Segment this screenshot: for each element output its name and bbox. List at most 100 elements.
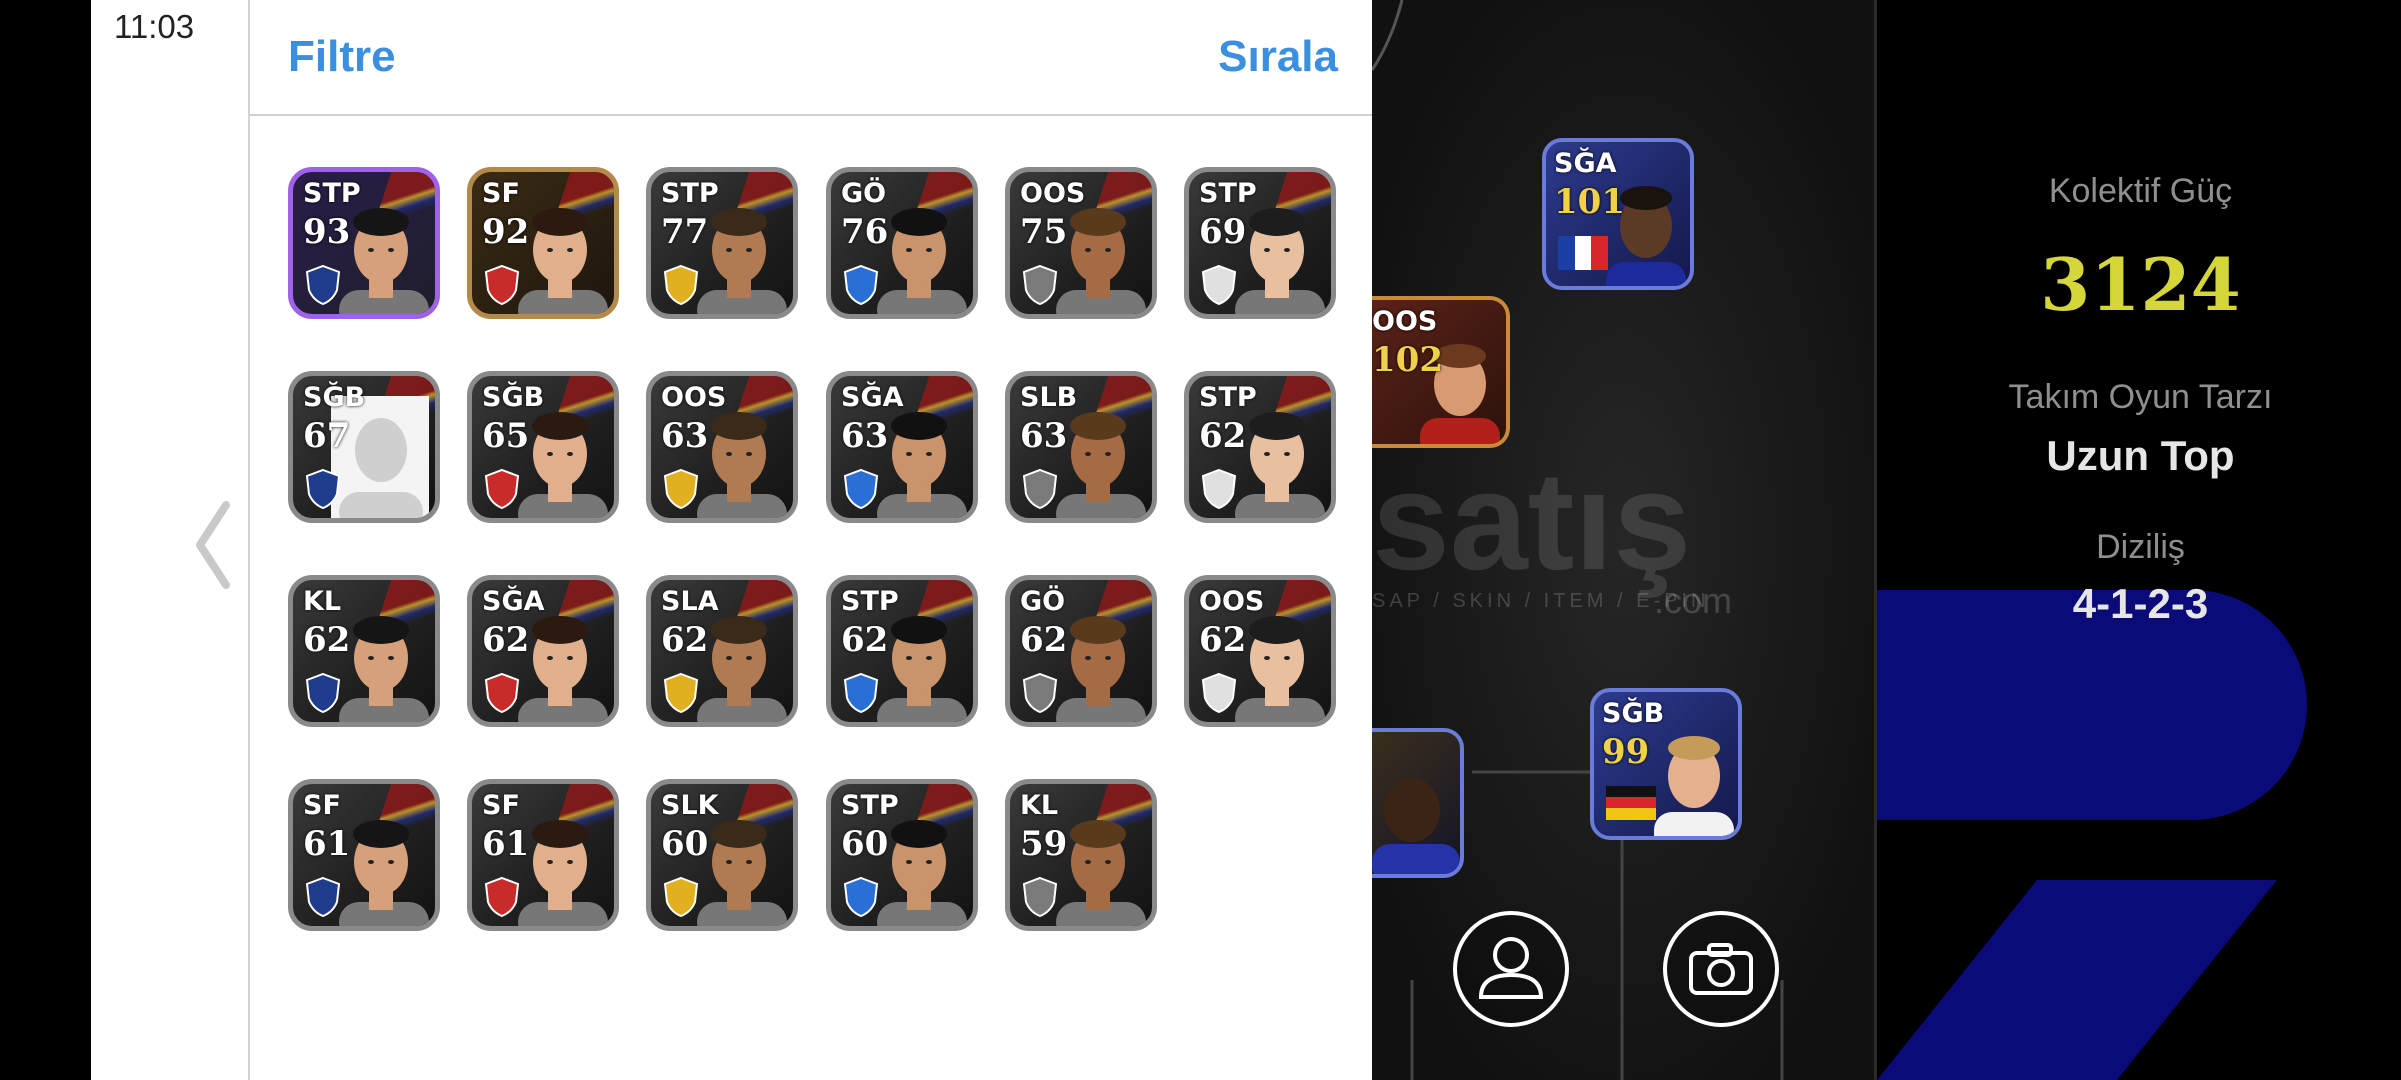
player-card[interactable]: SĞB 67 <box>288 371 440 523</box>
player-rating: 76 <box>841 212 889 252</box>
club-crest-icon <box>484 876 520 918</box>
chevron-left-icon[interactable] <box>188 495 238 595</box>
pitch-player-card[interactable]: SĞA 101 <box>1542 138 1694 290</box>
player-card[interactable]: SLB 63 <box>1005 371 1157 523</box>
formation-label: Diziliş <box>2096 528 2185 566</box>
club-crest-icon <box>1022 468 1058 510</box>
player-card[interactable]: STP 62 <box>826 575 978 727</box>
player-position: SF <box>482 790 520 821</box>
player-rating: 63 <box>661 416 709 456</box>
player-face-icon <box>1372 778 1460 874</box>
pitch-player-card[interactable]: SĞB 99 <box>1590 688 1742 840</box>
club-crest-icon <box>305 264 341 306</box>
player-position: OOS <box>661 382 727 413</box>
player-position: SĞA <box>841 382 904 413</box>
player-rating: 63 <box>1020 416 1068 456</box>
player-position: OOS <box>1199 586 1265 617</box>
player-rating: 62 <box>303 620 351 660</box>
player-card[interactable]: SĞB 65 <box>467 371 619 523</box>
player-rating: 63 <box>841 416 889 456</box>
player-position: SF <box>482 178 520 209</box>
player-rating: 93 <box>303 212 351 252</box>
watermark-word: satış <box>1372 442 1692 599</box>
player-rating: 62 <box>1199 620 1247 660</box>
player-card[interactable]: SF 92 <box>467 167 619 319</box>
france-flag-icon <box>1558 236 1608 270</box>
player-card[interactable]: SĞA 63 <box>826 371 978 523</box>
player-position: SĞB <box>482 382 545 413</box>
player-card[interactable]: GÖ 76 <box>826 167 978 319</box>
player-position: SĞB <box>1602 698 1665 729</box>
player-rating: 59 <box>1020 824 1068 864</box>
player-position: STP <box>661 178 719 209</box>
player-position: SF <box>303 790 341 821</box>
formation-value: 4-1-2-3 <box>2072 580 2209 627</box>
watermark-suffix: .com <box>1654 580 1733 621</box>
status-clock: 11:03 <box>114 8 195 45</box>
player-card[interactable]: SLA 62 <box>646 575 798 727</box>
club-crest-icon <box>1201 264 1237 306</box>
pitch-player-card[interactable]: OOS 102 <box>1372 296 1510 448</box>
player-card[interactable]: OOS 62 <box>1184 575 1336 727</box>
player-card[interactable]: KL 59 <box>1005 779 1157 931</box>
player-card[interactable]: STP 62 <box>1184 371 1336 523</box>
player-rating: 62 <box>841 620 889 660</box>
player-rating: 92 <box>482 212 530 252</box>
player-rating: 62 <box>1199 416 1247 456</box>
player-rating: 60 <box>841 824 889 864</box>
player-rating: 61 <box>303 824 351 864</box>
user-icon <box>1478 937 1544 999</box>
player-rating: 65 <box>482 416 530 456</box>
player-card[interactable]: SF 61 <box>467 779 619 931</box>
club-crest-icon <box>305 468 341 510</box>
player-position: KL <box>303 586 342 617</box>
player-rating: 102 <box>1372 340 1443 380</box>
player-rating: 62 <box>482 620 530 660</box>
player-rating: 101 <box>1554 182 1625 222</box>
club-crest-icon <box>843 876 879 918</box>
club-crest-icon <box>663 876 699 918</box>
player-rating: 61 <box>482 824 530 864</box>
player-rating: 99 <box>1602 732 1650 772</box>
player-card[interactable]: STP 93 <box>288 167 440 319</box>
player-position: STP <box>841 790 899 821</box>
club-crest-icon <box>1022 876 1058 918</box>
player-rating: 60 <box>661 824 709 864</box>
player-card[interactable]: STP 77 <box>646 167 798 319</box>
player-card[interactable]: OOS 63 <box>646 371 798 523</box>
player-position: SLB <box>1020 382 1078 413</box>
player-rating: 69 <box>1199 212 1247 252</box>
club-crest-icon <box>843 468 879 510</box>
player-card[interactable]: OOS 75 <box>1005 167 1157 319</box>
player-position: SLK <box>661 790 719 821</box>
player-card[interactable]: SĞA 62 <box>467 575 619 727</box>
player-rating: 67 <box>303 416 351 456</box>
club-crest-icon <box>1022 264 1058 306</box>
background-shape <box>1877 880 2277 1080</box>
profile-button[interactable] <box>1453 911 1569 1027</box>
player-position: KL <box>1020 790 1059 821</box>
player-card[interactable]: STP 69 <box>1184 167 1336 319</box>
player-face-icon <box>1654 736 1734 836</box>
pitch-player-card-partial[interactable] <box>1372 728 1464 878</box>
player-card[interactable]: STP 60 <box>826 779 978 931</box>
player-rating: 62 <box>1020 620 1068 660</box>
team-stats-panel: Kolektif Güç 3124 Takım Oyun Tarzı Uzun … <box>1874 0 2401 1080</box>
player-card[interactable]: SF 61 <box>288 779 440 931</box>
player-card[interactable]: KL 62 <box>288 575 440 727</box>
club-crest-icon <box>1201 672 1237 714</box>
club-crest-icon <box>305 876 341 918</box>
player-position: SĞB <box>303 382 366 413</box>
player-rating: 75 <box>1020 212 1068 252</box>
camera-button[interactable] <box>1663 911 1779 1027</box>
club-crest-icon <box>1022 672 1058 714</box>
player-card-grid: STP 93 SF 92 STP 77 GÖ 76 OOS 75 STP 69 SĞB 67 SĞB 65 OO… <box>250 0 1374 1080</box>
player-position: SLA <box>661 586 719 617</box>
player-card[interactable]: GÖ 62 <box>1005 575 1157 727</box>
club-crest-icon <box>663 264 699 306</box>
player-position: STP <box>841 586 899 617</box>
player-card[interactable]: SLK 60 <box>646 779 798 931</box>
club-crest-icon <box>843 672 879 714</box>
player-position: GÖ <box>841 178 887 209</box>
club-crest-icon <box>484 468 520 510</box>
